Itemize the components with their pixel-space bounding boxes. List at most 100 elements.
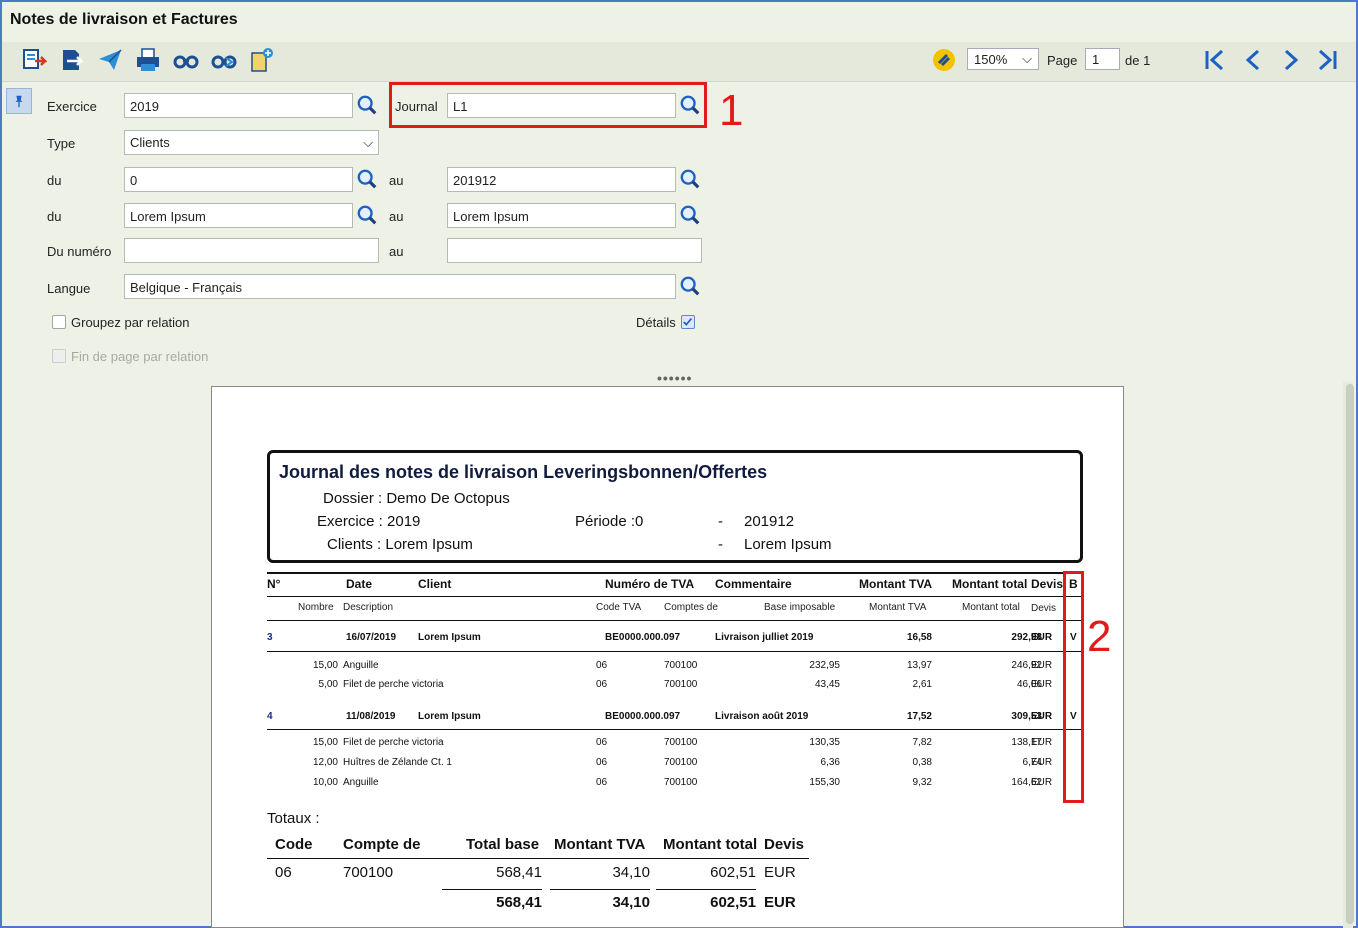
line-devis: EUR	[1031, 679, 1053, 690]
langue-label: Langue	[47, 281, 91, 296]
annotation-box-2	[1063, 571, 1084, 803]
du1-field[interactable]: 0	[124, 167, 353, 192]
totaux-compte: 700100	[343, 864, 394, 881]
report-periode-to: 201912	[744, 513, 795, 530]
search-icon[interactable]	[355, 93, 379, 117]
title-bar: Notes de livraison et Factures	[2, 2, 1356, 40]
export-icon[interactable]	[20, 46, 48, 74]
window-title: Notes de livraison et Factures	[10, 11, 238, 28]
line-tva: 13,97	[906, 660, 932, 671]
chevron-down-icon: ⌵	[363, 134, 373, 150]
line-tva: 9,32	[912, 777, 932, 788]
import-icon[interactable]	[58, 46, 86, 74]
report-clients: Clients : Lorem Ipsum	[327, 536, 473, 553]
exercice-field[interactable]: 2019	[124, 93, 353, 118]
group-tva: BE0000.000.097	[605, 711, 681, 722]
sub-description: Description	[343, 602, 394, 613]
next-page-button[interactable]	[1275, 44, 1307, 76]
type-select[interactable]: Clients ⌵	[124, 130, 379, 155]
groupez-checkbox[interactable]	[52, 315, 66, 329]
col-montant-total: Montant total	[952, 577, 1028, 591]
search-icon[interactable]	[678, 274, 702, 298]
check-icon	[683, 318, 693, 326]
rule	[267, 620, 1084, 621]
pin-icon[interactable]	[6, 88, 32, 114]
exercice-label: Exercice	[47, 99, 97, 114]
line-description: Huîtres de Zélande Ct. 1	[343, 757, 452, 768]
page-input[interactable]: 1	[1085, 48, 1120, 70]
line-base: 155,30	[809, 777, 840, 788]
print-icon[interactable]	[134, 46, 162, 74]
line-description: Anguille	[343, 660, 379, 671]
page-label: Page	[1047, 53, 1078, 68]
col-devis: Devis	[1031, 577, 1064, 591]
page-of-label: de 1	[1125, 53, 1151, 68]
scrollbar-thumb[interactable]	[1346, 384, 1354, 924]
group-devis: EUR	[1031, 711, 1053, 722]
search-binoculars-icon[interactable]	[172, 46, 200, 74]
line-code: 06	[596, 660, 608, 671]
prev-page-button[interactable]	[1237, 44, 1269, 76]
col-tva: Numéro de TVA	[605, 577, 695, 591]
report-title: Journal des notes de livraison Leverings…	[279, 462, 768, 482]
au1-label: au	[389, 173, 404, 188]
line-code: 06	[596, 679, 608, 690]
au1-field[interactable]: 201912	[447, 167, 676, 192]
col-date: Date	[346, 577, 373, 591]
link-icon[interactable]	[930, 46, 958, 74]
rule	[267, 729, 1084, 730]
chevron-down-icon: ⌵	[1022, 51, 1032, 66]
line-compte: 700100	[664, 737, 698, 748]
search-icon[interactable]	[678, 167, 702, 191]
line-tva: 2,61	[912, 679, 932, 690]
col-montant-tva: Montant TVA	[859, 577, 933, 591]
line-code: 06	[596, 757, 608, 768]
line-tva: 7,82	[912, 737, 932, 748]
groupez-label: Groupez par relation	[71, 315, 190, 330]
zoom-select[interactable]: 150% ⌵	[967, 48, 1039, 70]
search-icon[interactable]	[678, 203, 702, 227]
au3-field[interactable]	[447, 238, 702, 263]
zoom-value: 150%	[974, 51, 1008, 67]
group-montant-tva: 16,58	[906, 632, 932, 643]
type-value: Clients	[130, 135, 170, 150]
type-label: Type	[47, 136, 76, 151]
line-base: 232,95	[809, 660, 840, 671]
line-compte: 700100	[664, 660, 698, 671]
new-doc-icon[interactable]	[248, 46, 276, 74]
du2-field[interactable]: Lorem Ipsum	[124, 203, 353, 228]
details-checkbox[interactable]	[681, 315, 695, 329]
search-next-icon[interactable]	[210, 46, 238, 74]
rule	[267, 572, 1084, 574]
sub-devis: Devis	[1031, 603, 1057, 614]
au3-label: au	[389, 244, 404, 259]
splitter-handle[interactable]: ••••••	[657, 370, 692, 386]
first-page-button[interactable]	[1199, 44, 1231, 76]
group-devis: EUR	[1031, 632, 1053, 643]
group-commentaire: Livraison août 2019	[715, 711, 809, 722]
search-icon[interactable]	[355, 167, 379, 191]
col-commentaire: Commentaire	[715, 577, 792, 591]
totaux-col-compte: Compte de	[343, 836, 421, 853]
totaux-col-tva: Montant TVA	[554, 836, 646, 853]
dunum-field[interactable]	[124, 238, 379, 263]
au2-label: au	[389, 209, 404, 224]
totaux-sum-base: 568,41	[496, 894, 542, 911]
last-page-button[interactable]	[1311, 44, 1343, 76]
totaux-label: Totaux :	[267, 810, 320, 827]
line-description: Filet de perche victoria	[343, 679, 444, 690]
annotation-number-1: 1	[719, 86, 744, 135]
line-devis: EUR	[1031, 777, 1053, 788]
au2-field[interactable]: Lorem Ipsum	[447, 203, 676, 228]
totaux-col-code: Code	[275, 836, 313, 853]
dunum-label: Du numéro	[47, 244, 112, 259]
rule	[267, 596, 1084, 597]
langue-field[interactable]: Belgique - Français	[124, 274, 676, 299]
sub-comptes-de: Comptes de	[664, 602, 718, 613]
line-code: 06	[596, 737, 608, 748]
send-icon[interactable]	[96, 46, 124, 74]
line-compte: 700100	[664, 679, 698, 690]
search-icon[interactable]	[355, 203, 379, 227]
sub-code-tva: Code TVA	[596, 602, 642, 613]
group-number: 3	[267, 632, 273, 643]
